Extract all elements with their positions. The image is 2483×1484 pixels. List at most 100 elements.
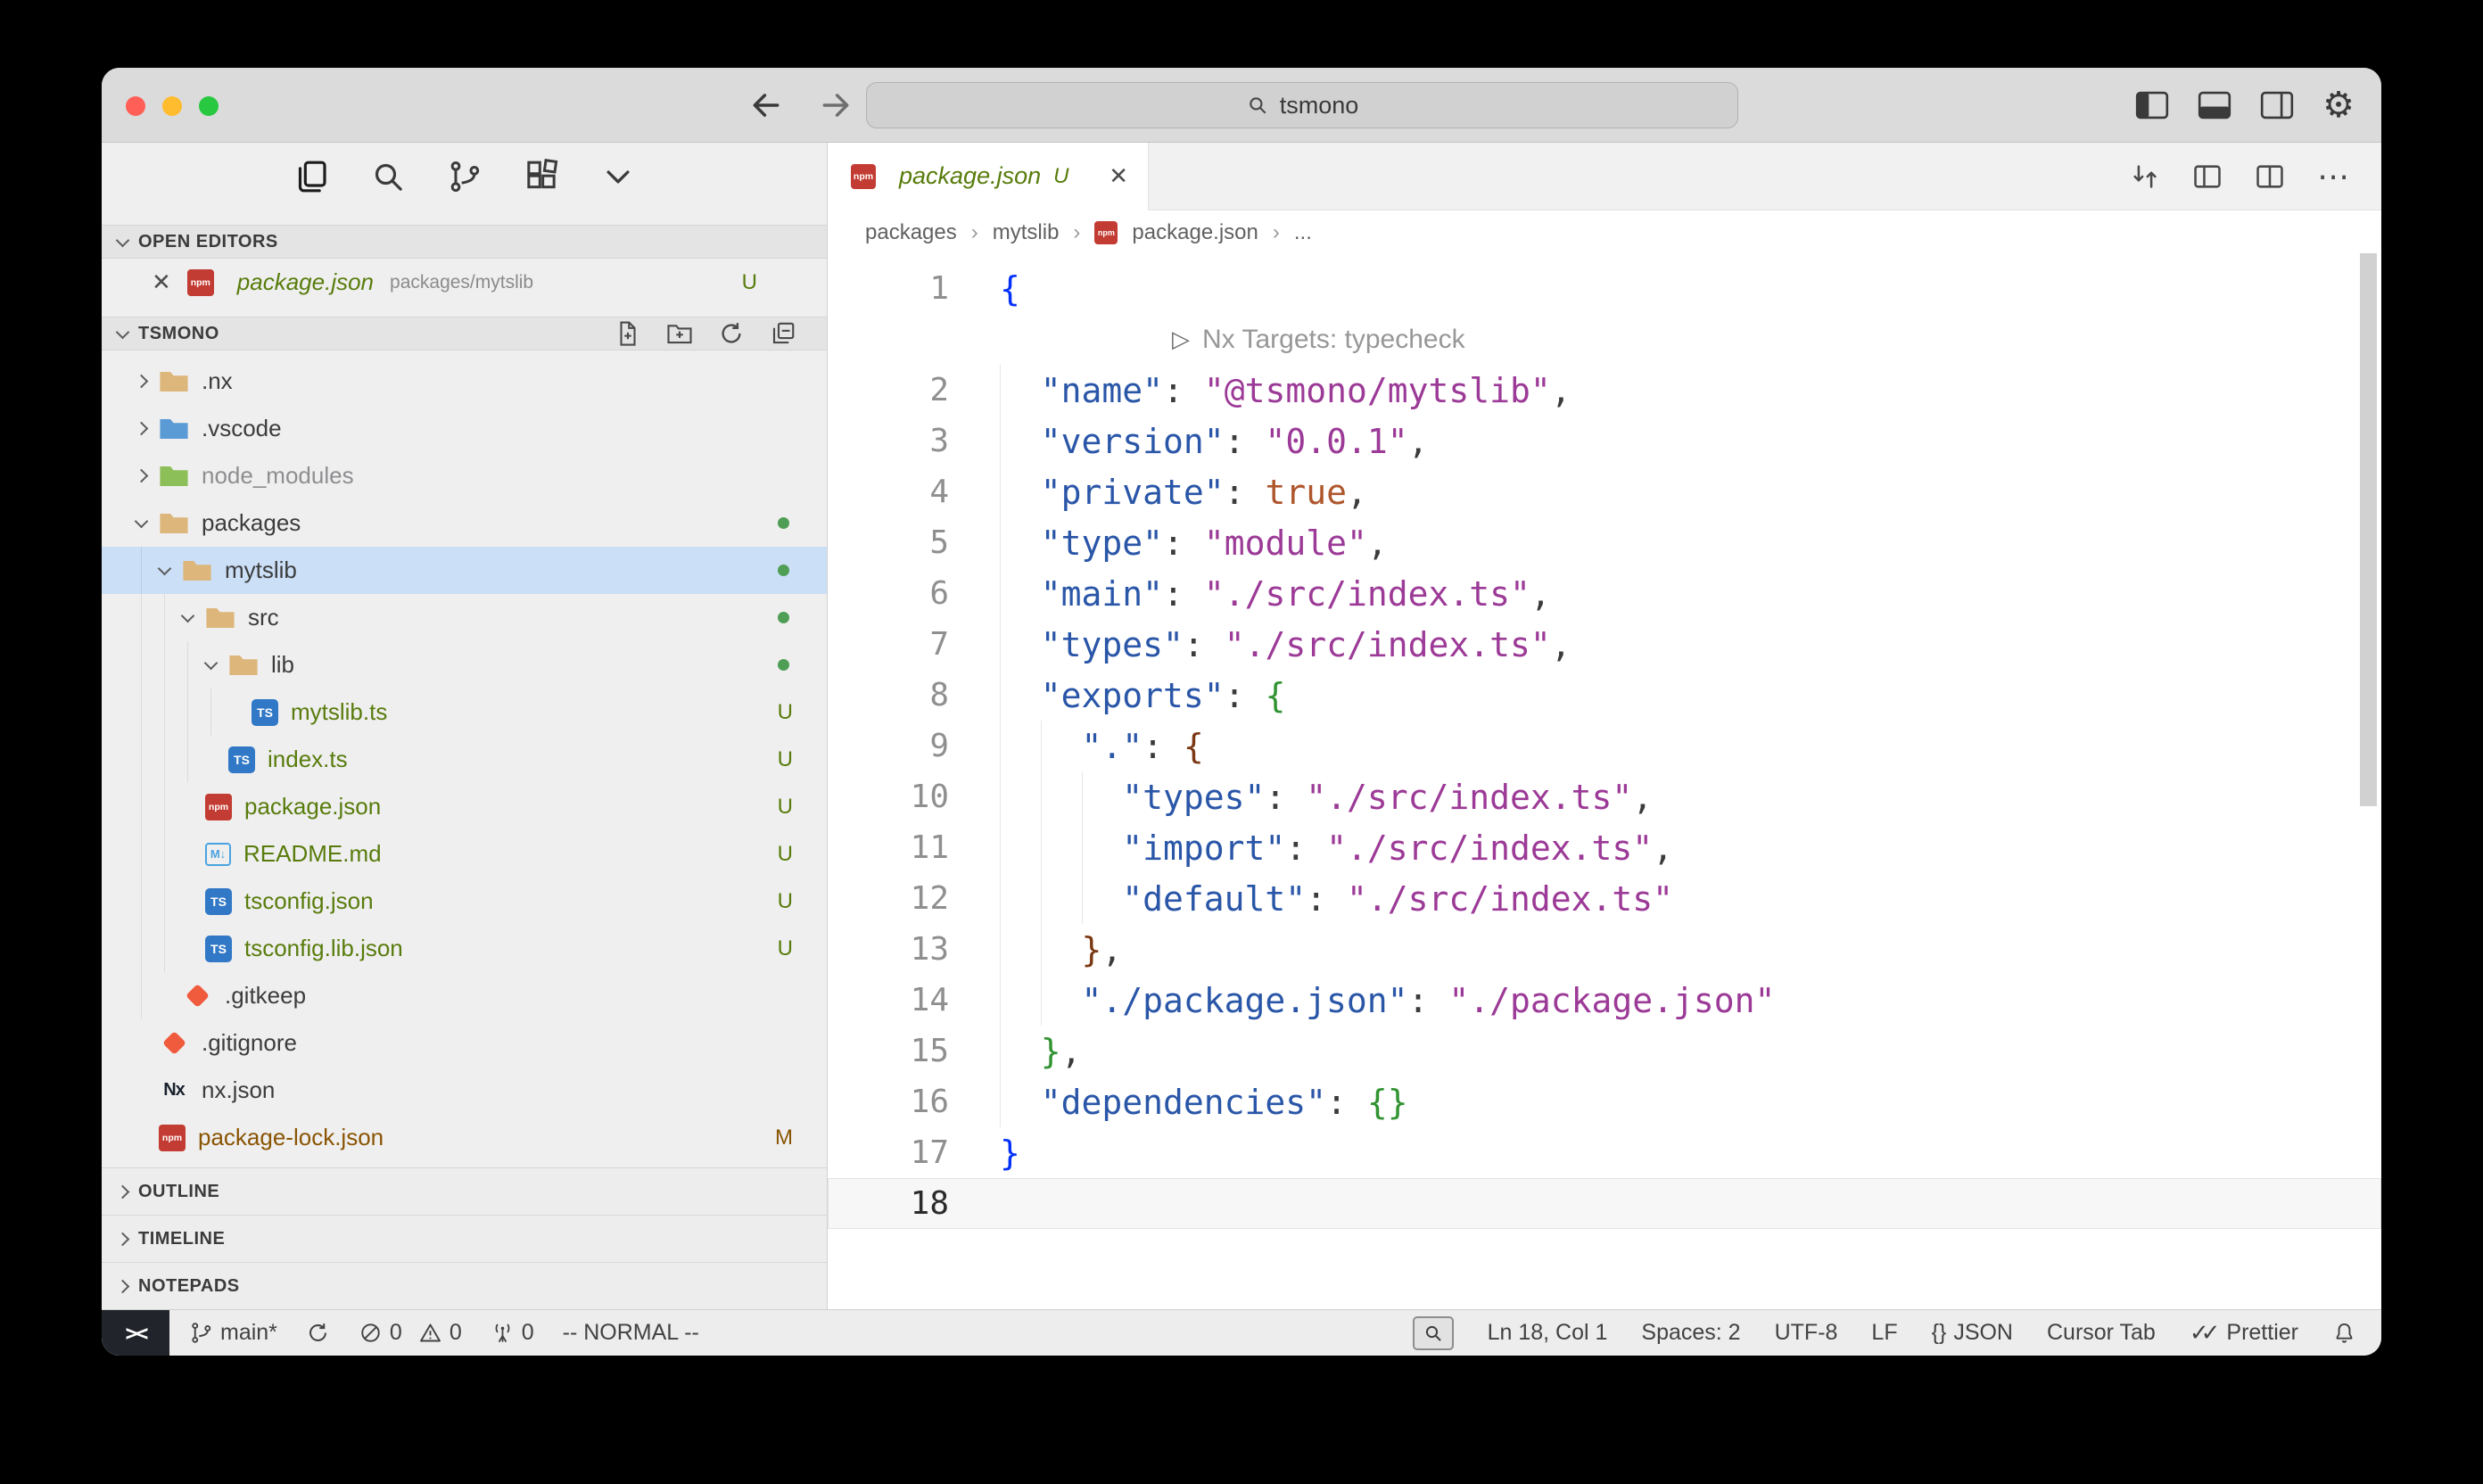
code-line-5[interactable]: 5 "type": "module", <box>828 517 2381 568</box>
command-center-search[interactable]: tsmono <box>866 82 1738 128</box>
workspace-header[interactable]: TSMONO <box>102 317 827 350</box>
problems-item[interactable]: 0 0 <box>359 1320 462 1346</box>
tree-indent-guide <box>141 547 142 594</box>
section-outline[interactable]: OUTLINE <box>102 1167 827 1215</box>
code-line-4[interactable]: 4 "private": true, <box>828 466 2381 517</box>
search-icon[interactable] <box>370 159 406 194</box>
tree-item-tsconfig.lib.json[interactable]: TStsconfig.lib.jsonU <box>102 925 827 972</box>
open-changes-icon[interactable] <box>2130 161 2160 192</box>
open-editor-item[interactable]: ✕ npm package.json packages/mytslib U <box>102 259 827 306</box>
git-branch-item[interactable]: main* <box>189 1320 277 1346</box>
eol-item[interactable]: LF <box>1871 1320 1897 1346</box>
code-line-9[interactable]: 9 ".": { <box>828 721 2381 771</box>
tree-item-label: package.json <box>244 793 381 820</box>
sync-changes-button[interactable] <box>306 1321 330 1345</box>
notifications-bell-icon[interactable] <box>2332 1321 2356 1345</box>
code-line-12[interactable]: 12 "default": "./src/index.ts" <box>828 873 2381 924</box>
ports-count: 0 <box>522 1320 534 1346</box>
folder-icon <box>159 367 189 397</box>
code-line-8[interactable]: 8 "exports": { <box>828 670 2381 721</box>
extensions-icon[interactable] <box>524 159 559 194</box>
code-line-1[interactable]: 1{ <box>828 263 2381 314</box>
tree-item-.vscode[interactable]: .vscode <box>102 405 827 452</box>
code-line-13[interactable]: 13 }, <box>828 924 2381 975</box>
open-preview-icon[interactable] <box>2192 161 2223 192</box>
editor-scrollbar[interactable] <box>2360 253 2377 806</box>
cursor-tab-item[interactable]: Cursor Tab <box>2047 1320 2156 1346</box>
collapse-all-icon[interactable] <box>770 320 796 347</box>
tree-item-mytslib[interactable]: mytslib <box>102 547 827 594</box>
breadcrumb-packages[interactable]: packages <box>865 220 957 245</box>
cursor-position-item[interactable]: Ln 18, Col 1 <box>1488 1320 1608 1346</box>
zoom-window-button[interactable] <box>199 96 219 116</box>
minimize-window-button[interactable] <box>162 96 182 116</box>
formatter-item[interactable]: ✓✓Prettier <box>2190 1319 2298 1347</box>
close-window-button[interactable] <box>126 96 145 116</box>
changes-dot-badge <box>778 517 789 529</box>
close-editor-icon[interactable]: ✕ <box>152 268 171 296</box>
tree-item-index.ts[interactable]: TSindex.tsU <box>102 736 827 783</box>
encoding-item[interactable]: UTF-8 <box>1775 1320 1838 1346</box>
code-line-17[interactable]: 17} <box>828 1127 2381 1178</box>
traffic-lights <box>126 96 219 116</box>
tree-item-README.md[interactable]: M↓README.mdU <box>102 830 827 878</box>
tree-item-.gitkeep[interactable]: .gitkeep <box>102 972 827 1019</box>
tree-item-package-lock.json[interactable]: npmpackage-lock.jsonM <box>102 1114 827 1161</box>
source-control-icon[interactable] <box>447 159 483 194</box>
changes-dot-badge <box>778 659 789 671</box>
indentation-item[interactable]: Spaces: 2 <box>1641 1320 1740 1346</box>
tree-item-mytslib.ts[interactable]: TSmytslib.tsU <box>102 688 827 736</box>
tree-item-lib[interactable]: lib <box>102 641 827 688</box>
zoom-indicator[interactable] <box>1413 1316 1454 1350</box>
breadcrumb-package-json[interactable]: package.json <box>1132 220 1258 245</box>
tree-item-.gitignore[interactable]: .gitignore <box>102 1019 827 1067</box>
code-line-18[interactable]: 18 <box>828 1178 2381 1229</box>
toggle-panel-icon[interactable] <box>2198 90 2231 120</box>
code-line-10[interactable]: 10 "types": "./src/index.ts", <box>828 771 2381 822</box>
split-editor-icon[interactable] <box>2255 161 2285 192</box>
section-timeline[interactable]: TIMELINE <box>102 1215 827 1262</box>
vim-mode-indicator[interactable]: -- NORMAL -- <box>563 1320 699 1346</box>
tree-item-package.json[interactable]: npmpackage.jsonU <box>102 783 827 830</box>
tree-item-tsconfig.json[interactable]: TStsconfig.jsonU <box>102 878 827 925</box>
chevron-down-icon[interactable] <box>600 159 636 194</box>
chevron-down-icon <box>150 567 178 573</box>
code-line-6[interactable]: 6 "main": "./src/index.ts", <box>828 568 2381 619</box>
toggle-secondary-sidebar-icon[interactable] <box>2260 90 2294 120</box>
code-line-3[interactable]: 3 "version": "0.0.1", <box>828 416 2381 466</box>
tree-item-node_modules[interactable]: node_modules <box>102 452 827 499</box>
breadcrumb-symbol[interactable]: ... <box>1294 220 1312 245</box>
new-file-icon[interactable] <box>615 320 641 347</box>
toggle-primary-sidebar-icon[interactable] <box>2135 90 2169 120</box>
git-status-badge: U <box>778 842 793 867</box>
settings-gear-icon[interactable]: ⚙ <box>2322 87 2355 123</box>
code-line-15[interactable]: 15 }, <box>828 1026 2381 1076</box>
tab-package-json[interactable]: npm package.json U ✕ <box>828 143 1149 210</box>
chevron-down-icon <box>116 325 130 339</box>
code-line-2[interactable]: 2 "name": "@tsmono/mytslib", <box>828 365 2381 416</box>
tree-item-nx.json[interactable]: Nxnx.json <box>102 1067 827 1114</box>
tree-item-label: .nx <box>202 367 233 395</box>
code-line-11[interactable]: 11 "import": "./src/index.ts", <box>828 822 2381 873</box>
tree-item-.nx[interactable]: .nx <box>102 358 827 405</box>
open-editors-header[interactable]: OPEN EDITORS <box>102 225 827 259</box>
language-mode-item[interactable]: {}JSON <box>1932 1320 2013 1346</box>
back-arrow-icon[interactable] <box>749 88 783 122</box>
tab-close-icon[interactable]: ✕ <box>1109 162 1128 190</box>
codelens[interactable]: ▷Nx Targets: typecheck <box>828 314 2381 365</box>
line-number: 4 <box>828 474 949 510</box>
breadcrumb-mytslib[interactable]: mytslib <box>993 220 1060 245</box>
code-line-16[interactable]: 16 "dependencies": {} <box>828 1076 2381 1127</box>
tree-item-src[interactable]: src <box>102 594 827 641</box>
section-notepads[interactable]: NOTEPADS <box>102 1262 827 1309</box>
new-folder-icon[interactable] <box>666 320 693 347</box>
explorer-icon[interactable] <box>293 159 329 194</box>
chevron-right-icon <box>127 376 155 386</box>
code-line-7[interactable]: 7 "types": "./src/index.ts", <box>828 619 2381 670</box>
tree-item-packages[interactable]: packages <box>102 499 827 547</box>
code-line-14[interactable]: 14 "./package.json": "./package.json" <box>828 975 2381 1026</box>
remote-indicator[interactable]: >< <box>102 1310 169 1356</box>
ports-item[interactable]: 0 <box>491 1320 534 1346</box>
forward-arrow-icon[interactable] <box>819 88 853 122</box>
refresh-icon[interactable] <box>718 320 745 347</box>
